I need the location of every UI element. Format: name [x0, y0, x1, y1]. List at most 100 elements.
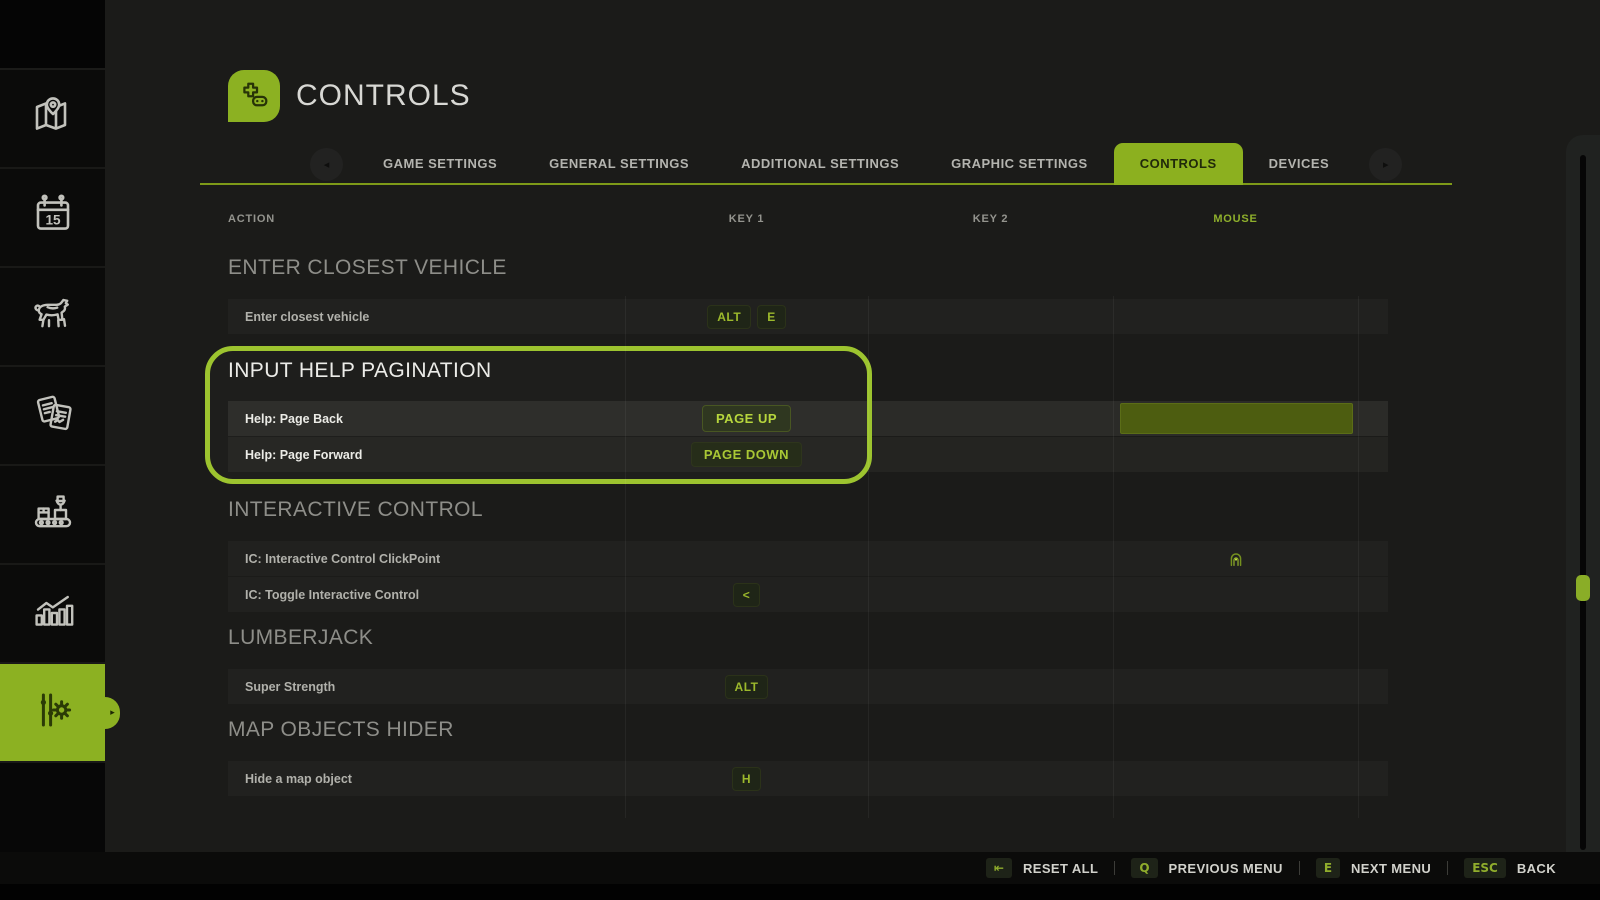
section-title: INPUT HELP PAGINATION [228, 358, 1388, 384]
key2-binding-cell[interactable] [868, 669, 1113, 704]
footer-button-next-menu[interactable]: E NEXT MENU [1316, 858, 1431, 878]
key1-binding-cell[interactable]: ALT [625, 669, 868, 704]
column-header-mouse: MOUSE [1113, 213, 1358, 225]
tab-general-settings[interactable]: GENERAL SETTINGS [523, 143, 715, 185]
footer-button-previous-menu[interactable]: Q PREVIOUS MENU [1131, 858, 1282, 878]
footer-button-back[interactable]: ESCBACK [1464, 858, 1556, 878]
footer-label: RESET ALL [1023, 861, 1098, 876]
key2-binding-cell[interactable] [868, 541, 1113, 576]
key2-binding-cell[interactable] [868, 401, 1113, 436]
footer-label: PREVIOUS MENU [1169, 861, 1283, 876]
tab-additional-settings[interactable]: ADDITIONAL SETTINGS [715, 143, 925, 185]
statistics-icon [29, 587, 77, 640]
sidebar-item-contracts[interactable] [0, 367, 105, 466]
chevron-left-icon: ◂ [324, 158, 330, 171]
footer-button-reset-all[interactable]: ⇤RESET ALL [986, 858, 1098, 878]
mouse-binding-cell[interactable] [1113, 299, 1358, 334]
key-badge[interactable]: PAGE DOWN [691, 442, 802, 467]
map-icon [29, 92, 77, 145]
tabs-prev-button[interactable]: ◂ [310, 148, 343, 181]
sidebar-item-map[interactable] [0, 70, 105, 169]
section-map-objects-hider: MAP OBJECTS HIDER Hide a map object H [228, 717, 1388, 796]
tab-graphic-settings[interactable]: GRAPHIC SETTINGS [925, 143, 1114, 185]
key1-binding-cell[interactable]: < [625, 577, 868, 612]
footer-label: NEXT MENU [1351, 861, 1431, 876]
tab-game-settings[interactable]: GAME SETTINGS [357, 143, 523, 185]
footer-hotkey-bar: ⇤RESET ALL Q PREVIOUS MENU E NEXT MENU ESCBAC… [0, 852, 1600, 884]
action-label: Enter closest vehicle [228, 310, 369, 324]
key-badge[interactable]: PAGE UP [702, 405, 791, 432]
cow-icon [29, 290, 77, 343]
scrollbar [1566, 135, 1600, 870]
section-title: LUMBERJACK [228, 625, 1388, 651]
section-title: MAP OBJECTS HIDER [228, 717, 1388, 743]
mouse-binding-cell[interactable] [1113, 437, 1358, 472]
action-cell: Help: Page Back [228, 401, 625, 436]
controls-badge [228, 70, 280, 122]
key1-binding-cell[interactable]: PAGE DOWN [625, 437, 868, 472]
key1-binding-cell[interactable]: H [625, 761, 868, 796]
key-badge[interactable]: H [732, 767, 761, 791]
key-badge[interactable]: E [757, 305, 786, 329]
scrollbar-track[interactable] [1580, 155, 1586, 850]
tab-devices[interactable]: DEVICES [1243, 143, 1356, 185]
sidebar-item-animals[interactable] [0, 268, 105, 367]
footer-divider [1299, 861, 1300, 875]
column-divider [1358, 296, 1359, 818]
key2-binding-cell[interactable] [868, 761, 1113, 796]
sidebar-item-statistics[interactable] [0, 565, 105, 664]
chevron-right-icon: ▸ [1383, 158, 1389, 171]
key2-binding-cell[interactable] [868, 299, 1113, 334]
key2-binding-cell[interactable] [868, 577, 1113, 612]
key1-binding-cell[interactable]: PAGE UP [625, 401, 868, 436]
control-row: IC: Interactive Control ClickPoint [228, 541, 1388, 576]
key-badge[interactable]: ALT [707, 305, 751, 329]
bottom-edge [0, 884, 1600, 900]
production-icon [29, 488, 77, 541]
sidebar-item-game-settings[interactable]: ▸ [0, 664, 105, 763]
active-item-pointer: ▸ [105, 697, 120, 729]
control-row: Enter closest vehicle ALTE [228, 299, 1388, 334]
gamepad-icon [236, 78, 272, 114]
section-rows: Help: Page Back PAGE UP Help: Page Forward… [228, 401, 1388, 472]
keybinding-list: ENTER CLOSEST VEHICLE Enter closest vehic… [228, 240, 1388, 797]
action-cell: Super Strength [228, 669, 625, 704]
footer-key-badge: E [1316, 858, 1340, 878]
sidebar-items: 15 ▸ [0, 70, 105, 763]
scrollbar-thumb[interactable] [1576, 575, 1590, 601]
calendar-15-icon: 15 [29, 191, 77, 244]
sidebar-item-production[interactable] [0, 466, 105, 565]
mouse-binding-cell[interactable] [1113, 669, 1358, 704]
mouse-binding-cell[interactable] [1113, 761, 1358, 796]
mouse-binding-cell[interactable] [1113, 541, 1358, 576]
key2-binding-cell[interactable] [868, 437, 1113, 472]
tabs-next-button[interactable]: ▸ [1369, 148, 1402, 181]
footer-key-badge: Q [1131, 858, 1157, 878]
section-rows: Enter closest vehicle ALTE [228, 299, 1388, 334]
sidebar: 15 ▸ [0, 0, 105, 900]
action-label: IC: Toggle Interactive Control [228, 588, 419, 602]
chevron-right-icon: ▸ [110, 708, 115, 718]
action-cell: Enter closest vehicle [228, 299, 625, 334]
section-title: ENTER CLOSEST VEHICLE [228, 255, 1388, 281]
key1-binding-cell[interactable]: ALTE [625, 299, 868, 334]
sidebar-item-calendar[interactable]: 15 [0, 169, 105, 268]
key-badge[interactable]: ALT [725, 675, 769, 699]
control-row: IC: Toggle Interactive Control < [228, 577, 1388, 612]
settings-sliders-gear-icon [29, 686, 77, 739]
action-cell: IC: Interactive Control ClickPoint [228, 541, 625, 576]
action-label: Help: Page Forward [228, 448, 362, 462]
mouse-binding-cell[interactable] [1113, 401, 1358, 436]
action-cell: Hide a map object [228, 761, 625, 796]
control-row: Help: Page Forward PAGE DOWN [228, 437, 1388, 472]
column-header-key2: KEY 2 [868, 213, 1113, 225]
mouse-binding-cell[interactable] [1113, 577, 1358, 612]
tab-controls[interactable]: CONTROLS [1114, 143, 1243, 185]
key-badge[interactable]: < [733, 583, 761, 607]
section-rows: IC: Interactive Control ClickPointIC: To… [228, 541, 1388, 612]
section-lumberjack: LUMBERJACK Super Strength ALT [228, 625, 1388, 704]
contracts-icon [29, 389, 77, 442]
column-header-key1: KEY 1 [625, 213, 868, 225]
key1-binding-cell[interactable] [625, 541, 868, 576]
action-cell: IC: Toggle Interactive Control [228, 577, 625, 612]
